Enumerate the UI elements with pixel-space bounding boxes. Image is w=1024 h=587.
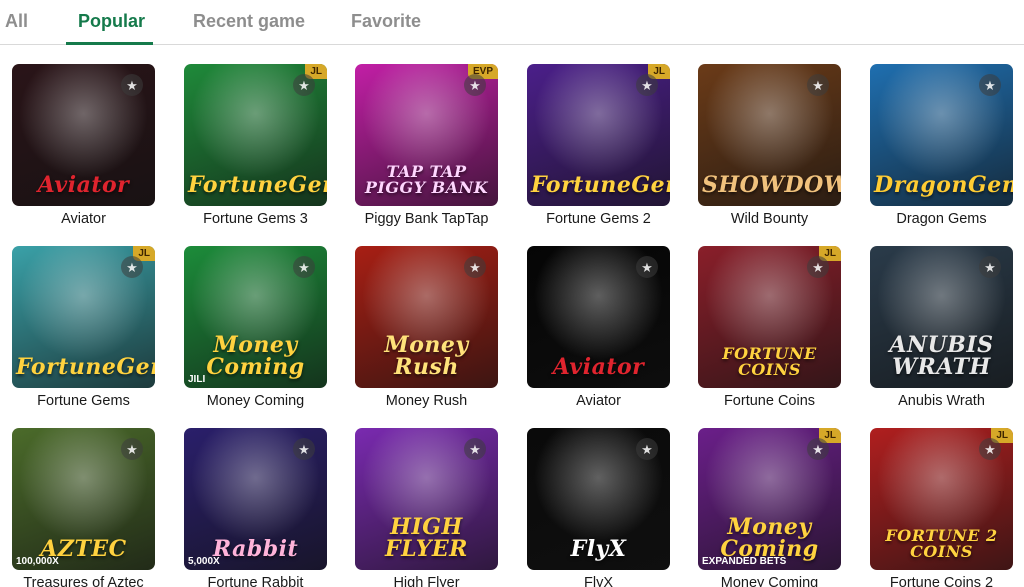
game-card[interactable]: SHOWDOWN ★ Wild Bounty <box>698 64 841 227</box>
game-logo-text: FORTUNE COINS <box>722 344 817 379</box>
game-thumbnail[interactable]: FlyX ★ <box>527 428 670 570</box>
game-title: Fortune Coins <box>723 393 816 409</box>
game-logo-text: Aviator <box>37 172 130 198</box>
favorite-star-icon[interactable]: ★ <box>807 438 829 460</box>
game-logo-text: FlyX <box>570 536 627 562</box>
game-card[interactable]: Aviator ★ Aviator <box>527 246 670 409</box>
game-title: Dragon Gems <box>896 211 987 227</box>
game-logo-text: FortuneGems <box>16 354 155 380</box>
game-title: Wild Bounty <box>730 211 809 227</box>
game-card[interactable]: Aviator ★ Aviator <box>12 64 155 227</box>
game-card[interactable]: Money Rush ★ Money Rush <box>355 246 498 409</box>
game-title: Fortune Gems 3 <box>203 211 308 227</box>
corner-label: 100,000X <box>16 556 59 567</box>
favorite-star-icon[interactable]: ★ <box>464 74 486 96</box>
game-thumbnail[interactable]: FortuneGemsJL★ <box>12 246 155 388</box>
game-title: Money Rush <box>385 393 468 409</box>
game-title: FlyX <box>584 575 613 587</box>
game-logo-text: Money Rush <box>384 332 469 380</box>
game-card[interactable]: DragonGems ★ Dragon Gems <box>870 64 1013 227</box>
game-thumbnail[interactable]: HIGH FLYER ★ <box>355 428 498 570</box>
game-title: Money Coming <box>720 575 819 587</box>
game-title: Money Coming <box>206 393 305 409</box>
favorite-star-icon[interactable]: ★ <box>293 256 315 278</box>
game-logo-text: Money Coming <box>206 332 305 380</box>
game-thumbnail[interactable]: Money Coming JILI ★ <box>184 246 327 388</box>
favorite-star-icon[interactable]: ★ <box>121 74 143 96</box>
game-logo-text: Money Coming <box>720 514 819 562</box>
favorite-star-icon[interactable]: ★ <box>293 74 315 96</box>
game-card[interactable]: TAP TAP PIGGY BANK EVP ★ Piggy Bank TapTap <box>355 64 498 227</box>
game-thumbnail[interactable]: Aviator ★ <box>527 246 670 388</box>
game-thumbnail[interactable]: AZTEC 100,000X ★ <box>12 428 155 570</box>
game-logo-text: SHOWDOWN <box>702 172 841 198</box>
game-card[interactable]: FortuneGems3JL★ Fortune Gems 3 <box>184 64 327 227</box>
game-title: Aviator <box>576 393 621 409</box>
game-thumbnail[interactable]: ANUBIS WRATH ★ <box>870 246 1013 388</box>
game-thumbnail[interactable]: Money Rush ★ <box>355 246 498 388</box>
game-card[interactable]: Money Coming JL EXPANDED BETS ★ Money Coming <box>698 428 841 587</box>
game-thumbnail[interactable]: DragonGems ★ <box>870 64 1013 206</box>
game-card[interactable]: FortuneGemsJL★ Fortune Gems <box>12 246 155 409</box>
game-logo-text: HIGH FLYER <box>385 514 468 562</box>
game-title: Piggy Bank TapTap <box>364 211 489 227</box>
favorite-star-icon[interactable]: ★ <box>979 438 1001 460</box>
game-thumbnail[interactable]: FortuneGems2JL★ <box>527 64 670 206</box>
favorite-star-icon[interactable]: ★ <box>979 74 1001 96</box>
game-thumbnail[interactable]: TAP TAP PIGGY BANK EVP ★ <box>355 64 498 206</box>
favorite-star-icon[interactable]: ★ <box>807 256 829 278</box>
game-logo-text: DragonGems <box>874 172 1013 198</box>
favorite-star-icon[interactable]: ★ <box>121 438 143 460</box>
favorite-star-icon[interactable]: ★ <box>464 438 486 460</box>
game-title: Treasures of Aztec <box>23 575 144 587</box>
favorite-star-icon[interactable]: ★ <box>464 256 486 278</box>
game-title: Fortune Gems 2 <box>546 211 651 227</box>
game-card[interactable]: AZTEC 100,000X ★ Treasures of Aztec <box>12 428 155 587</box>
game-card[interactable]: FortuneGems2JL★ Fortune Gems 2 <box>527 64 670 227</box>
game-thumbnail[interactable]: Rabbit 5,000X ★ <box>184 428 327 570</box>
corner-label: JILI <box>188 374 206 385</box>
game-thumbnail[interactable]: Money Coming JL EXPANDED BETS ★ <box>698 428 841 570</box>
favorite-star-icon[interactable]: ★ <box>636 438 658 460</box>
game-logo-text: Aviator <box>552 354 645 380</box>
game-thumbnail[interactable]: SHOWDOWN ★ <box>698 64 841 206</box>
game-logo-text: FortuneGems3 <box>188 172 327 198</box>
game-card[interactable]: FORTUNE COINS JL ★ Fortune Coins <box>698 246 841 409</box>
game-thumbnail[interactable]: FORTUNE 2 COINS JL ★ <box>870 428 1013 570</box>
game-title: Anubis Wrath <box>898 393 985 409</box>
corner-label: EXPANDED BETS <box>702 556 787 567</box>
game-title: Fortune Gems <box>37 393 130 409</box>
game-card[interactable]: HIGH FLYER ★ High Flyer <box>355 428 498 587</box>
game-title: Fortune Rabbit <box>207 575 304 587</box>
game-title: Aviator <box>61 211 106 227</box>
favorite-star-icon[interactable]: ★ <box>636 256 658 278</box>
game-logo-text: ANUBIS WRATH <box>889 332 994 380</box>
corner-label: 5,000X <box>188 556 220 567</box>
favorite-star-icon[interactable]: ★ <box>807 74 829 96</box>
game-card[interactable]: Money Coming JILI ★ Money Coming <box>184 246 327 409</box>
favorite-star-icon[interactable]: ★ <box>979 256 1001 278</box>
game-logo-text: FortuneGems2 <box>531 172 670 198</box>
game-card[interactable]: FORTUNE 2 COINS JL ★ Fortune Coins 2 <box>870 428 1013 587</box>
game-thumbnail[interactable]: Aviator ★ <box>12 64 155 206</box>
game-card[interactable]: Rabbit 5,000X ★ Fortune Rabbit <box>184 428 327 587</box>
favorite-star-icon[interactable]: ★ <box>121 256 143 278</box>
game-title: High Flyer <box>393 575 460 587</box>
favorite-star-icon[interactable]: ★ <box>636 74 658 96</box>
game-card[interactable]: FlyX ★ FlyX <box>527 428 670 587</box>
game-grid: Aviator ★ Aviator FortuneGems3JL★ Fortune Ge… <box>0 0 1024 587</box>
game-title: Fortune Coins 2 <box>889 575 994 587</box>
game-thumbnail[interactable]: FORTUNE COINS JL ★ <box>698 246 841 388</box>
game-logo-text: TAP TAP PIGGY BANK <box>364 162 489 197</box>
favorite-star-icon[interactable]: ★ <box>293 438 315 460</box>
game-card[interactable]: ANUBIS WRATH ★ Anubis Wrath <box>870 246 1013 409</box>
game-logo-text: FORTUNE 2 COINS <box>885 526 998 561</box>
game-thumbnail[interactable]: FortuneGems3JL★ <box>184 64 327 206</box>
